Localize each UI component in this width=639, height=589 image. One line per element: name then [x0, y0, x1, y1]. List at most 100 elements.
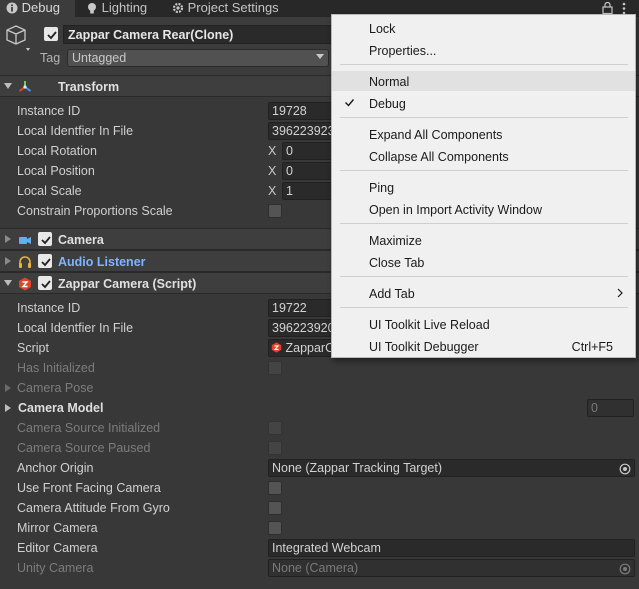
instance-id-field[interactable]: 19728 — [268, 102, 332, 120]
camera-title: Camera — [58, 233, 104, 247]
menu-item-label: Properties... — [369, 44, 437, 58]
tab-debug[interactable]: Debug — [0, 0, 75, 17]
foldout-closed-icon[interactable] — [4, 257, 12, 265]
headphones-icon — [19, 256, 31, 268]
unity-camera-row: Unity Camera None (Camera) — [0, 558, 639, 578]
audio-listener-enabled-checkbox[interactable] — [38, 254, 52, 268]
field-label: Constrain Proportions Scale — [17, 204, 173, 218]
menu-item-label: Open in Import Activity Window — [369, 203, 542, 217]
menu-item-label: Collapse All Components — [369, 150, 509, 164]
field-label: Local Identfier In File — [17, 321, 134, 335]
gear-icon — [172, 2, 184, 14]
scale-x-field[interactable]: 1 — [282, 182, 332, 200]
front-facing-row: Use Front Facing Camera — [0, 478, 639, 498]
foldout-closed-icon[interactable] — [4, 235, 12, 243]
tab-lighting[interactable]: Lighting — [86, 0, 166, 17]
menu-item-normal[interactable]: Normal — [332, 71, 635, 91]
anchor-origin-row: Anchor Origin None (Zappar Tracking Targ… — [0, 458, 639, 478]
menu-item-debug[interactable]: Debug — [332, 93, 635, 113]
menu-item-label: Expand All Components — [369, 128, 503, 142]
field-label: Local Scale — [17, 184, 82, 198]
field-label: Local Rotation — [17, 144, 97, 158]
constrain-scale-checkbox[interactable] — [268, 204, 282, 218]
foldout-open-icon[interactable] — [4, 82, 12, 90]
front-facing-checkbox[interactable] — [268, 481, 282, 495]
attitude-gyro-row: Camera Attitude From Gyro — [0, 498, 639, 518]
menu-item-close-tab[interactable]: Close Tab — [332, 252, 635, 272]
field-label: Anchor Origin — [17, 461, 94, 475]
axis-x-label[interactable]: X — [268, 144, 276, 158]
menu-item-add-tab[interactable]: Add Tab — [332, 283, 635, 303]
foldout-closed-icon[interactable] — [5, 404, 11, 412]
local-id-field[interactable]: 3962239232 — [268, 122, 332, 140]
field-label: Instance ID — [17, 301, 81, 315]
menu-item-label: Lock — [369, 22, 396, 36]
menu-item-label: UI Toolkit Debugger — [369, 340, 479, 354]
foldout-open-icon[interactable] — [4, 279, 12, 287]
zappar-script-enabled-checkbox[interactable] — [38, 276, 52, 290]
camera-pose-row[interactable]: Camera Pose — [0, 378, 639, 398]
chevron-right-icon — [617, 288, 623, 298]
object-name-field[interactable]: Zappar Camera Rear(Clone) — [63, 25, 335, 44]
object-active-checkbox[interactable] — [44, 27, 58, 41]
field-label: Camera Model — [18, 401, 104, 415]
camera-enabled-checkbox[interactable] — [38, 232, 52, 246]
menu-separator — [340, 64, 628, 65]
transform-title: Transform — [58, 80, 120, 94]
menu-item-label: Close Tab — [369, 256, 425, 270]
inspector-context-menu: Lock Properties... Normal Debug Expand A… — [331, 14, 636, 358]
field-label: Camera Source Initialized — [17, 421, 161, 435]
menu-item-ping[interactable]: Ping — [332, 177, 635, 197]
unity-camera-value: None (Camera) — [272, 561, 359, 575]
menu-separator — [340, 117, 628, 118]
axis-x-label[interactable]: X — [268, 164, 276, 178]
gameobject-cube-icon[interactable] — [4, 23, 34, 53]
field-label: Local Position — [17, 164, 95, 178]
position-x-field[interactable]: 0 — [282, 162, 332, 180]
tab-lighting-label: Lighting — [101, 0, 148, 15]
mirror-camera-checkbox[interactable] — [268, 521, 282, 535]
camera-source-initialized-row: Camera Source Initialized — [0, 418, 639, 438]
menu-item-label: Ping — [369, 181, 395, 195]
field-label: Unity Camera — [17, 561, 94, 575]
camera-model-row[interactable]: Camera Model 0 — [0, 398, 639, 418]
has-initialized-row: Has Initialized — [0, 358, 639, 378]
menu-item-open-import-activity[interactable]: Open in Import Activity Window — [332, 199, 635, 219]
audio-listener-title: Audio Listener — [58, 255, 146, 269]
menu-item-maximize[interactable]: Maximize — [332, 230, 635, 250]
camera-icon — [19, 237, 31, 244]
rotation-x-field[interactable]: 0 — [282, 142, 332, 160]
editor-camera-field[interactable]: Integrated Webcam — [268, 539, 635, 557]
anchor-origin-value: None (Zappar Tracking Target) — [272, 461, 442, 475]
menu-item-properties[interactable]: Properties... — [332, 40, 635, 60]
menu-item-expand-all[interactable]: Expand All Components — [332, 124, 635, 144]
menu-item-collapse-all[interactable]: Collapse All Components — [332, 146, 635, 166]
chevron-down-icon — [316, 54, 324, 59]
menu-item-label: Add Tab — [369, 287, 415, 301]
tab-project-settings[interactable]: Project Settings — [172, 0, 292, 17]
menu-item-lock[interactable]: Lock — [332, 18, 635, 38]
axis-x-label[interactable]: X — [268, 184, 276, 198]
field-label: Has Initialized — [17, 361, 95, 375]
anchor-origin-field[interactable]: None (Zappar Tracking Target) — [268, 459, 635, 477]
tab-debug-label: Debug — [21, 0, 60, 15]
field-label: Editor Camera — [17, 541, 98, 555]
menu-separator — [340, 170, 628, 171]
menu-item-ui-toolkit-live-reload[interactable]: UI Toolkit Live Reload — [332, 314, 635, 334]
tag-dropdown[interactable]: Untagged — [67, 49, 329, 67]
lock-icon[interactable] — [602, 2, 613, 14]
field-label: Use Front Facing Camera — [17, 481, 161, 495]
script-reference-field[interactable]: ZapparC — [268, 339, 332, 357]
info-icon — [6, 2, 18, 14]
attitude-gyro-checkbox[interactable] — [268, 501, 282, 515]
menu-item-ui-toolkit-debugger[interactable]: UI Toolkit Debugger Ctrl+F5 — [332, 336, 635, 356]
object-picker-icon — [619, 563, 631, 575]
foldout-closed-icon[interactable] — [5, 384, 11, 392]
object-picker-icon[interactable] — [619, 463, 631, 475]
bulb-icon — [88, 3, 96, 14]
checkmark-icon — [345, 99, 355, 107]
menu-item-label: Maximize — [369, 234, 422, 248]
local-id-field[interactable]: 3962239200 — [268, 319, 332, 337]
camera-source-paused-row: Camera Source Paused — [0, 438, 639, 458]
instance-id-field[interactable]: 19722 — [268, 299, 332, 317]
